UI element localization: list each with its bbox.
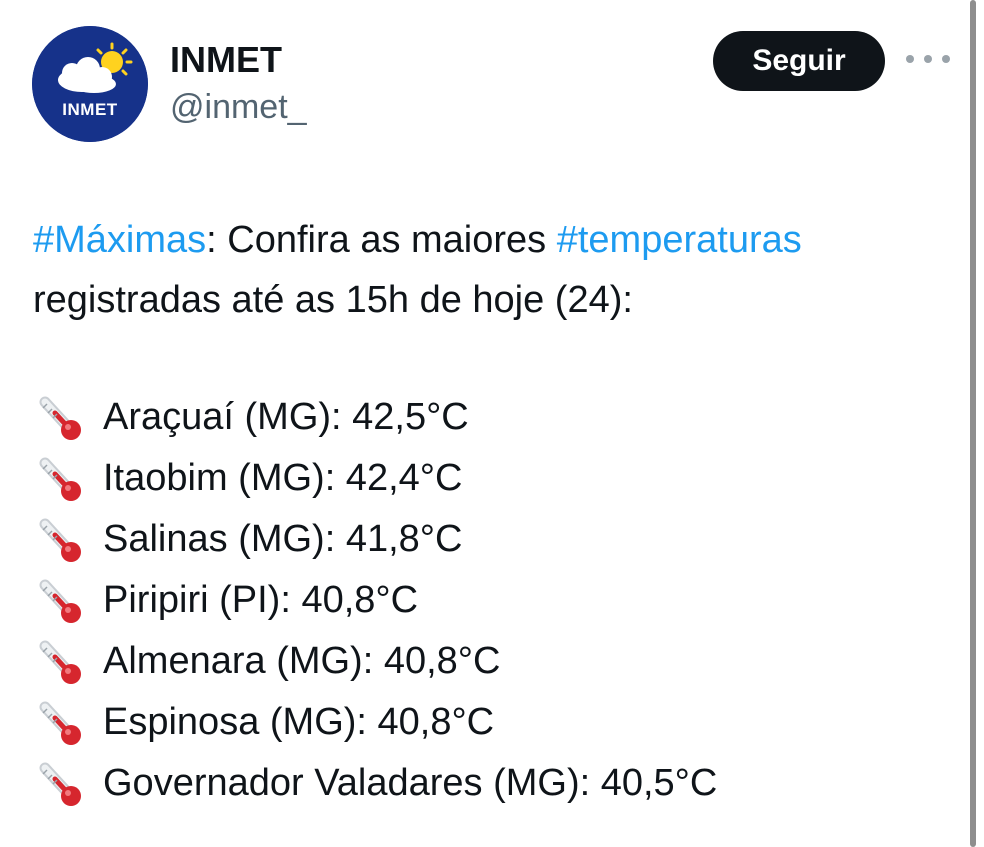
more-horizontal-icon-dot: [942, 55, 950, 63]
thermometer-icon: [33, 575, 93, 627]
more-options-button[interactable]: [906, 44, 950, 74]
list-item-text: Governador Valadares (MG): 40,5°C: [103, 762, 718, 804]
tweet-text-segment: : Confira as maiores: [206, 219, 557, 261]
display-name[interactable]: INMET: [170, 38, 282, 82]
more-horizontal-icon: [906, 55, 914, 63]
thermometer-icon: [33, 758, 93, 810]
list-item-text: Araçuaí (MG): 42,5°C: [103, 396, 469, 438]
avatar[interactable]: INMET: [32, 26, 148, 142]
list-item: Itaobim (MG): 42,4°C: [33, 448, 963, 509]
inmet-logo: [32, 26, 148, 142]
list-item: Araçuaí (MG): 42,5°C: [33, 387, 963, 448]
thermometer-icon: [33, 636, 93, 688]
temperature-list: Araçuaí (MG): 42,5°C Itaobim (MG): 42,4°…: [33, 387, 963, 814]
thermometer-icon: [33, 514, 93, 566]
list-item-text: Almenara (MG): 40,8°C: [103, 640, 501, 682]
list-item-text: Itaobim (MG): 42,4°C: [103, 457, 463, 499]
scrollbar[interactable]: [970, 0, 976, 847]
user-handle[interactable]: @inmet_: [170, 86, 307, 128]
avatar-label: INMET: [62, 100, 118, 119]
more-horizontal-icon-dot: [924, 55, 932, 63]
list-item-text: Salinas (MG): 41,8°C: [103, 518, 463, 560]
thermometer-icon: [33, 697, 93, 749]
list-item: Salinas (MG): 41,8°C: [33, 509, 963, 570]
list-item: Almenara (MG): 40,8°C: [33, 631, 963, 692]
thermometer-icon: [33, 453, 93, 505]
thermometer-icon: [33, 392, 93, 444]
follow-button[interactable]: Seguir: [713, 31, 885, 91]
tweet-line-2: registradas até as 15h de hoje (24):: [33, 279, 633, 321]
hashtag-maximas[interactable]: #Máximas: [33, 219, 206, 261]
list-item: Espinosa (MG): 40,8°C: [33, 692, 963, 753]
tweet-text: #Máximas: Confira as maiores #temperatur…: [33, 210, 963, 330]
list-item: Piripiri (PI): 40,8°C: [33, 570, 963, 631]
hashtag-temperaturas[interactable]: #temperaturas: [557, 219, 802, 261]
tweet-line-1: #Máximas: Confira as maiores #temperatur…: [33, 210, 963, 270]
list-item-text: Piripiri (PI): 40,8°C: [103, 579, 419, 621]
list-item-text: Espinosa (MG): 40,8°C: [103, 701, 495, 743]
list-item: Governador Valadares (MG): 40,5°C: [33, 753, 963, 814]
